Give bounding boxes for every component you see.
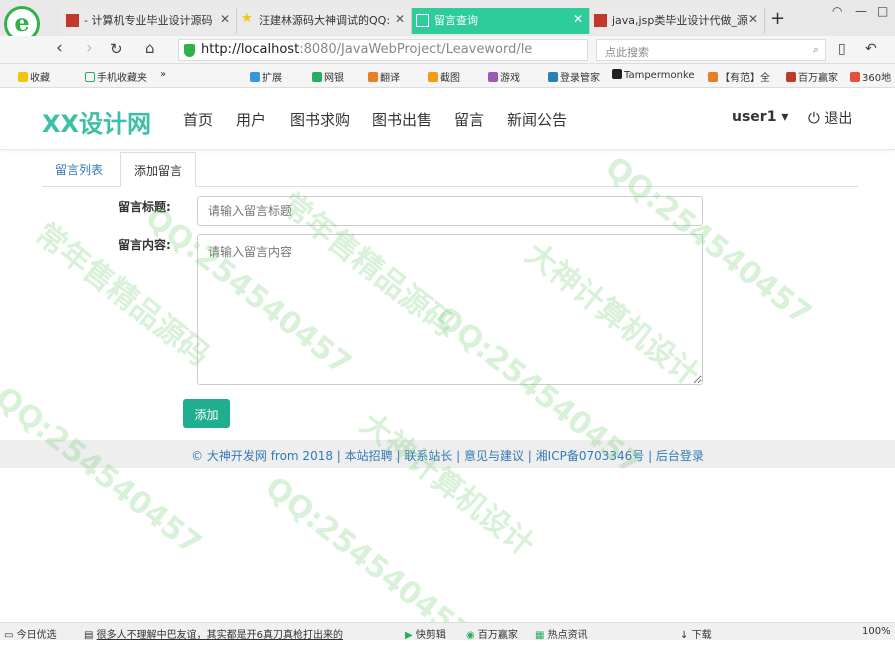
watermark: 大神计算机设计 bbox=[353, 406, 541, 564]
baiwan-winner[interactable]: ◉ 百万赢家 bbox=[466, 626, 518, 641]
zoom-level[interactable]: 100% bbox=[862, 626, 891, 637]
add-button[interactable]: 添加 bbox=[183, 399, 230, 428]
bookmark-youfan[interactable]: 【有范】全 bbox=[708, 69, 770, 84]
browser-tab[interactable]: - 计算机专业毕业设计源码 ✕ bbox=[62, 8, 237, 34]
bookmark-360[interactable]: 360地 bbox=[850, 69, 891, 84]
bookmark-extensions[interactable]: 扩展 bbox=[250, 69, 282, 84]
nav-messages[interactable]: 留言 bbox=[454, 109, 484, 130]
grid-icon: ▦ bbox=[535, 630, 545, 641]
news-ticker[interactable]: ▤ 很多人不理解中巴友谊，其实都是开6真刀真枪打出来的 bbox=[84, 626, 343, 641]
address-bar[interactable]: http://localhost:8080/JavaWebProject/Lea… bbox=[178, 39, 588, 61]
bookmark-games[interactable]: 游戏 bbox=[488, 69, 520, 84]
browser-tab-label: 留言查询 bbox=[434, 14, 478, 27]
bookmark-baiwan[interactable]: 百万赢家 bbox=[786, 69, 838, 84]
close-icon[interactable]: ✕ bbox=[748, 12, 758, 26]
bookmark-bank[interactable]: 网银 bbox=[312, 69, 344, 84]
browser-tab-active[interactable]: 留言查询 ✕ bbox=[412, 8, 590, 34]
browser-tab-label: - 计算机专业毕业设计源码 bbox=[84, 14, 213, 27]
logout-button[interactable]: ⏻ 退出 bbox=[808, 108, 852, 128]
close-icon[interactable]: ✕ bbox=[220, 12, 230, 26]
bookmark-screenshot[interactable]: 截图 bbox=[428, 69, 460, 84]
new-tab-button[interactable]: + bbox=[770, 8, 785, 29]
site-header: XX设计网 首页 用户 图书求购 图书出售 留言 新闻公告 user1 ▾ ⏻ … bbox=[0, 88, 895, 150]
tab-message-list[interactable]: 留言列表 bbox=[42, 152, 116, 187]
download-icon: ↓ bbox=[680, 630, 689, 641]
maximize-icon[interactable]: □ bbox=[877, 4, 888, 18]
logout-label: 退出 bbox=[824, 111, 853, 127]
reload-icon[interactable]: ↻ bbox=[110, 40, 123, 58]
bookmarks-bar: 收藏 手机收藏夹 » 扩展 网银 翻译 截图 游戏 登录管家 Tampermon… bbox=[0, 64, 895, 88]
news-icon: ▤ bbox=[84, 630, 94, 641]
circle-play-icon: ◉ bbox=[466, 630, 475, 641]
search-placeholder: 点此搜索 bbox=[605, 46, 649, 59]
browser-status-bar: ▭ 今日优选 ▤ 很多人不理解中巴友谊，其实都是开6真刀真枪打出来的 ▶ 快剪辑… bbox=[0, 622, 895, 641]
browser-tab[interactable]: ★ 汪建林源码大神调试的QQ: ✕ bbox=[237, 8, 412, 34]
security-shield-icon bbox=[184, 44, 195, 57]
close-icon[interactable]: ✕ bbox=[395, 12, 405, 26]
back-icon[interactable]: ‹ bbox=[56, 38, 63, 58]
bookmark-translate[interactable]: 翻译 bbox=[368, 69, 400, 84]
nav-users[interactable]: 用户 bbox=[236, 109, 266, 130]
watermark: QQ:254540457 bbox=[0, 380, 208, 563]
today-picks[interactable]: ▭ 今日优选 bbox=[4, 626, 57, 641]
site-logo[interactable]: XX设计网 bbox=[42, 104, 151, 139]
undo-icon[interactable]: ↶ bbox=[865, 41, 877, 57]
search-icon[interactable]: ⌕ bbox=[813, 43, 819, 57]
play-icon: ▶ bbox=[405, 630, 413, 641]
message-tabs: 留言列表 添加留言 bbox=[42, 152, 858, 187]
page-favicon-icon bbox=[66, 14, 79, 27]
nav-home[interactable]: 首页 bbox=[183, 109, 213, 130]
nav-book-sale[interactable]: 图书出售 bbox=[372, 109, 432, 130]
bookmark-login-manager[interactable]: 登录管家 bbox=[548, 69, 600, 84]
user-dropdown[interactable]: user1 ▾ bbox=[732, 109, 788, 125]
browser-tab-label: java,jsp类毕业设计代做_源 bbox=[612, 14, 748, 27]
mobile-icon[interactable]: ▯ bbox=[838, 41, 846, 57]
page-favicon-icon bbox=[416, 14, 429, 27]
power-icon: ⏻ bbox=[808, 109, 820, 127]
home-icon[interactable]: ⌂ bbox=[145, 39, 155, 57]
address-path: :8080/JavaWebProject/Leaveword/le bbox=[299, 42, 533, 57]
bookmark-more[interactable]: » bbox=[160, 69, 166, 80]
nav-book-wanted[interactable]: 图书求购 bbox=[290, 109, 350, 130]
browser-tab[interactable]: java,jsp类毕业设计代做_源 ✕ bbox=[590, 8, 765, 34]
address-host: http://localhost bbox=[201, 42, 300, 57]
browser-tab-label: 汪建林源码大神调试的QQ: bbox=[259, 14, 391, 27]
browser-tab-bar: e - 计算机专业毕业设计源码 ✕ ★ 汪建林源码大神调试的QQ: ✕ 留言查询… bbox=[0, 0, 895, 42]
hot-news[interactable]: ▦ 热点资讯 bbox=[535, 626, 588, 641]
downloads[interactable]: ↓ 下载 bbox=[680, 626, 712, 641]
bookmark-mobile[interactable]: 手机收藏夹 bbox=[85, 69, 147, 84]
star-icon: ★ bbox=[241, 11, 253, 26]
tab-add-message[interactable]: 添加留言 bbox=[120, 152, 197, 187]
close-icon[interactable]: ✕ bbox=[573, 12, 583, 26]
bookmark-favorites[interactable]: 收藏 bbox=[18, 69, 50, 84]
minimize-icon[interactable]: — bbox=[855, 4, 867, 18]
page-favicon-icon bbox=[594, 14, 607, 27]
bookmark-tampermonkey[interactable]: Tampermonke bbox=[612, 69, 695, 81]
search-input[interactable]: 点此搜索 ⌕ bbox=[596, 39, 826, 61]
browser-toolbar: ‹ › ↻ ⌂ http://localhost:8080/JavaWebPro… bbox=[0, 36, 895, 64]
skin-icon[interactable]: ◠ bbox=[832, 4, 842, 18]
quick-clip[interactable]: ▶ 快剪辑 bbox=[405, 626, 446, 641]
screen-icon: ▭ bbox=[4, 630, 14, 641]
forward-icon[interactable]: › bbox=[86, 38, 93, 58]
nav-news[interactable]: 新闻公告 bbox=[507, 109, 567, 130]
